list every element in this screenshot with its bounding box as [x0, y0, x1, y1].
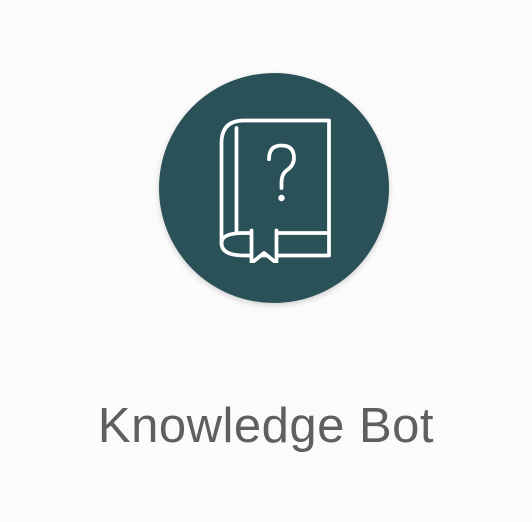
app-label[interactable]: Knowledge Bot [0, 396, 532, 456]
book-question-icon [219, 118, 331, 263]
app-icon-circle[interactable] [159, 73, 389, 303]
knowledge-bot-app-tile[interactable]: Knowledge Bot [0, 0, 532, 522]
